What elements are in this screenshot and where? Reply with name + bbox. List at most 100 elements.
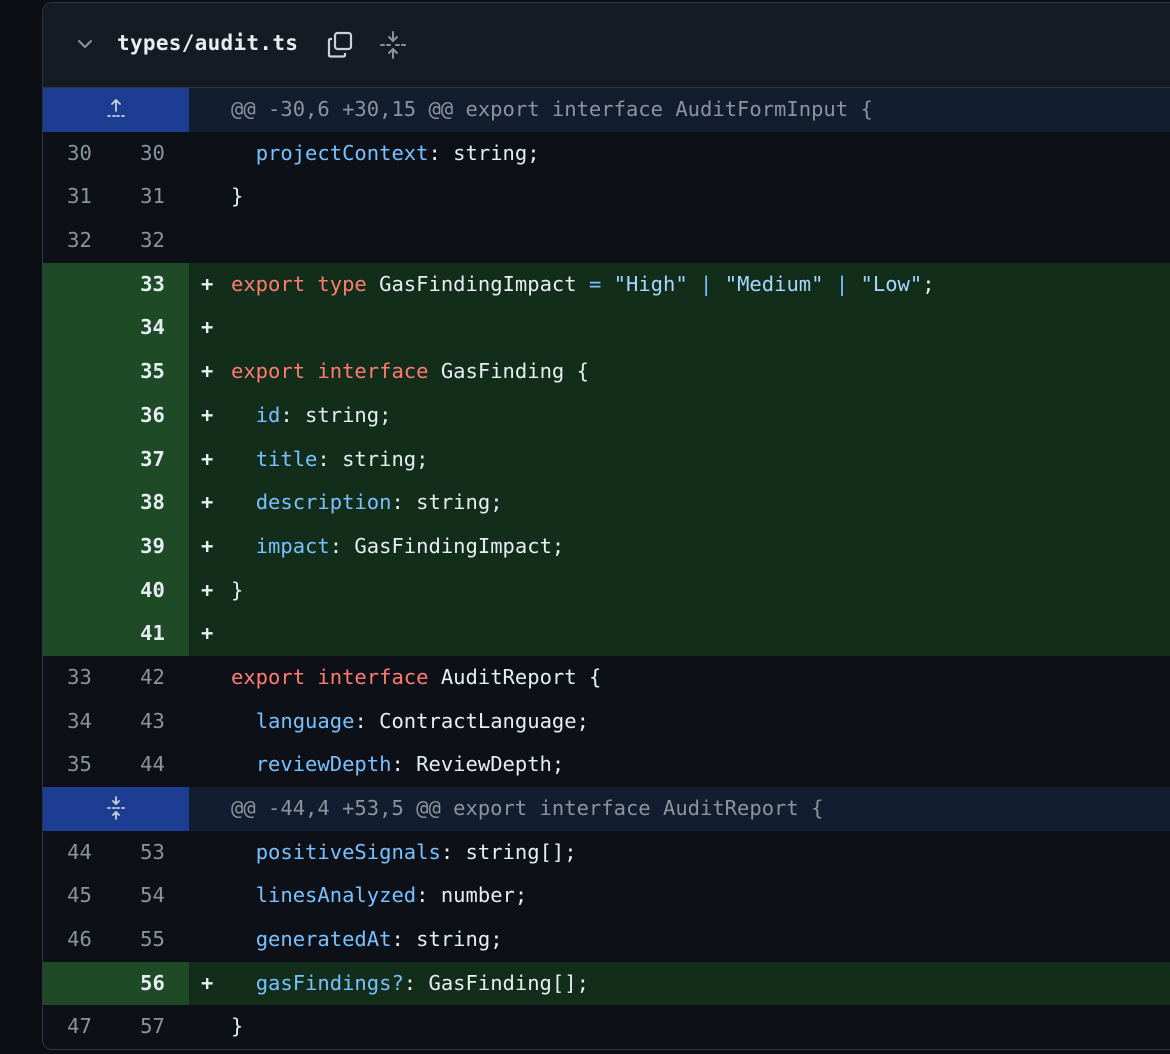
old-line-number[interactable] (43, 437, 116, 482)
hunk-header-row: @@ -30,6 +30,15 @@ export interface Audi… (43, 88, 1170, 132)
old-line-number[interactable] (43, 961, 116, 1006)
new-line-number[interactable]: 54 (116, 874, 189, 918)
code-token: AuditReport { (428, 664, 602, 689)
new-line-number[interactable]: 34 (116, 306, 189, 351)
code-token: GasFinding { (428, 359, 589, 384)
context-line-row: 35 44 reviewDepth: ReviewDepth; (43, 743, 1170, 787)
code-token: ; (922, 271, 935, 296)
old-line-number[interactable]: 46 (43, 918, 116, 962)
old-line-number[interactable]: 35 (43, 743, 116, 787)
file-name[interactable]: types/audit.ts (117, 31, 298, 55)
old-line-number[interactable]: 30 (43, 132, 116, 176)
old-line-number[interactable] (43, 393, 116, 438)
added-line-row: 35 + export interface GasFinding { (43, 350, 1170, 394)
new-line-number[interactable]: 40 (116, 568, 189, 613)
old-line-number[interactable] (43, 262, 116, 307)
code-line: + gasFindings?: GasFinding[]; (189, 961, 1170, 1006)
new-line-number[interactable]: 37 (116, 437, 189, 482)
old-line-number[interactable]: 34 (43, 700, 116, 744)
added-marker: + (201, 271, 214, 296)
code-token: | (700, 271, 713, 296)
old-line-number[interactable]: 44 (43, 831, 116, 875)
new-line-number[interactable]: 38 (116, 481, 189, 525)
hunk-expand-button[interactable] (43, 787, 189, 831)
new-line-number[interactable]: 43 (116, 700, 189, 744)
code-token: } (231, 1014, 244, 1039)
new-line-number[interactable]: 33 (116, 262, 189, 307)
added-marker: + (201, 315, 214, 340)
code-token: "Low" (860, 271, 923, 296)
code-token: "High" (613, 271, 688, 296)
context-marker (201, 874, 231, 918)
new-line-number[interactable]: 36 (116, 393, 189, 438)
added-line-row: 40 +} (43, 568, 1170, 613)
new-line-number[interactable]: 56 (116, 961, 189, 1006)
page: types/audit.ts @@ -30,6 +30,15 @@ export… (0, 0, 1170, 1054)
old-line-number[interactable] (43, 306, 116, 351)
code-token: : string; (317, 446, 429, 471)
new-line-number[interactable]: 32 (116, 219, 189, 263)
code-token: : string; (391, 490, 503, 515)
code-line: reviewDepth: ReviewDepth; (189, 743, 1170, 787)
code-token: : string[]; (440, 839, 577, 864)
code-line: + description: string; (189, 481, 1170, 525)
code-token: = (588, 271, 602, 296)
new-line-number[interactable]: 44 (116, 743, 189, 787)
code-token: description (255, 490, 392, 515)
old-line-number[interactable] (43, 612, 116, 656)
file-header: types/audit.ts (43, 3, 1170, 88)
code-line: + title: string; (189, 437, 1170, 482)
new-line-number[interactable]: 41 (116, 612, 189, 656)
old-line-number[interactable]: 31 (43, 175, 116, 219)
new-line-number[interactable]: 39 (116, 524, 189, 569)
added-line-row: 39 + impact: GasFindingImpact; (43, 524, 1170, 569)
new-line-number[interactable]: 57 (116, 1005, 189, 1049)
old-line-number[interactable] (43, 568, 116, 613)
chevron-down-icon[interactable] (75, 34, 95, 54)
old-line-number[interactable]: 47 (43, 1005, 116, 1049)
old-line-number[interactable] (43, 481, 116, 525)
old-line-number[interactable]: 32 (43, 219, 116, 263)
context-line-row: 34 43 language: ContractLanguage; (43, 699, 1170, 744)
code-token: GasFindingImpact (366, 271, 589, 296)
code-token: } (231, 577, 244, 602)
expand-all-icon[interactable] (378, 29, 408, 61)
old-line-number[interactable]: 45 (43, 874, 116, 918)
code-line: linesAnalyzed: number; (189, 874, 1170, 919)
new-line-number[interactable]: 30 (116, 132, 189, 176)
code-token: id (255, 402, 281, 427)
expand-both-icon[interactable] (105, 795, 127, 821)
code-token: : GasFindingImpact; (329, 533, 565, 558)
added-marker: + (201, 359, 214, 384)
old-line-number[interactable] (43, 524, 116, 569)
context-line-row: 32 32 (43, 219, 1170, 263)
code-line: + (189, 612, 1170, 656)
code-token: language (255, 708, 355, 733)
code-token: } (231, 184, 244, 209)
new-line-number[interactable]: 35 (116, 350, 189, 394)
copy-icon[interactable] (325, 29, 357, 61)
code-line (189, 219, 1170, 263)
hunk-header-text: @@ -44,4 +53,5 @@ export interface Audit… (189, 787, 1170, 831)
old-line-number[interactable]: 33 (43, 656, 116, 700)
hunk-expand-button[interactable] (43, 88, 189, 132)
new-line-number[interactable]: 42 (116, 656, 189, 700)
expand-up-icon[interactable] (105, 96, 127, 122)
added-line-row: 41 + (43, 612, 1170, 656)
added-line-row: 36 + id: string; (43, 393, 1170, 438)
code-token: : number; (416, 883, 528, 908)
code-line: } (189, 1005, 1170, 1049)
context-marker (201, 743, 231, 787)
code-token: type (317, 271, 367, 296)
new-line-number[interactable]: 55 (116, 918, 189, 962)
new-line-number[interactable]: 31 (116, 175, 189, 219)
old-line-number[interactable] (43, 350, 116, 394)
new-line-number[interactable]: 53 (116, 831, 189, 875)
